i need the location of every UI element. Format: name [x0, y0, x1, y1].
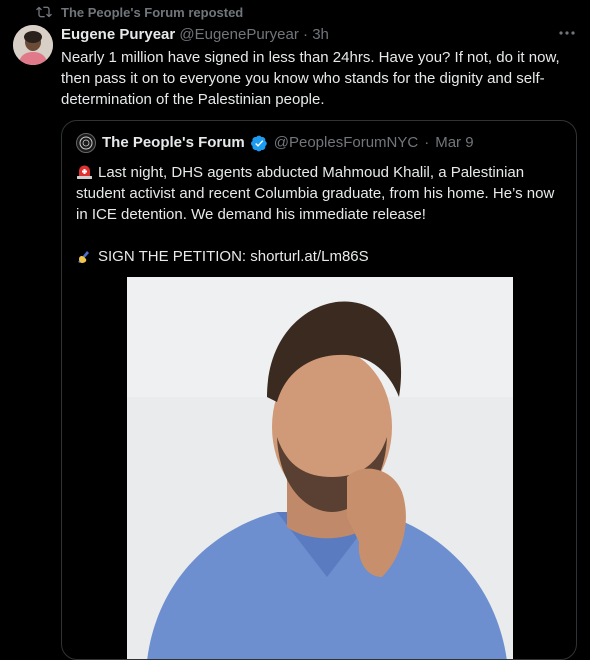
quoted-author-handle[interactable]: @PeoplesForumNYC — [274, 133, 418, 153]
avatar[interactable] — [13, 25, 53, 65]
quoted-tweet[interactable]: The People's Forum @PeoplesForumNYC · Ma… — [61, 120, 577, 660]
author-handle[interactable]: @EugenePuryear — [179, 26, 298, 43]
quoted-line-1-text: Last night, DHS agents abducted Mahmoud … — [76, 164, 555, 223]
tweet-timestamp[interactable]: 3h — [312, 26, 329, 43]
quoted-line-1: Last night, DHS agents abducted Mahmoud … — [76, 162, 566, 225]
quoted-line-2-text[interactable]: SIGN THE PETITION: shorturl.at/Lm86S — [98, 248, 369, 265]
repost-icon — [36, 4, 52, 20]
verified-badge-icon — [250, 135, 268, 152]
quoted-tweet-header: The People's Forum @PeoplesForumNYC · Ma… — [76, 133, 474, 153]
quoted-line-2: SIGN THE PETITION: shorturl.at/Lm86S — [76, 246, 566, 267]
author-name[interactable]: Eugene Puryear — [61, 26, 175, 43]
repost-label: The People's Forum reposted — [61, 4, 244, 20]
quoted-photo[interactable] — [127, 277, 513, 659]
siren-icon — [76, 163, 93, 179]
repost-indicator[interactable]: The People's Forum reposted — [36, 4, 243, 20]
more-icon[interactable] — [558, 26, 576, 38]
quoted-avatar[interactable] — [76, 133, 96, 153]
quoted-date[interactable]: Mar 9 — [435, 133, 473, 153]
quoted-separator-dot: · — [424, 134, 430, 151]
quoted-tweet-text: Last night, DHS agents abducted Mahmoud … — [76, 162, 566, 267]
tweet-text: Nearly 1 million have signed in less tha… — [61, 49, 560, 108]
separator-dot: · — [303, 26, 309, 43]
tweet-header: Eugene Puryear @EugenePuryear · 3h — [61, 25, 329, 45]
writing-hand-icon — [76, 247, 93, 263]
quoted-author-name[interactable]: The People's Forum — [102, 133, 245, 153]
